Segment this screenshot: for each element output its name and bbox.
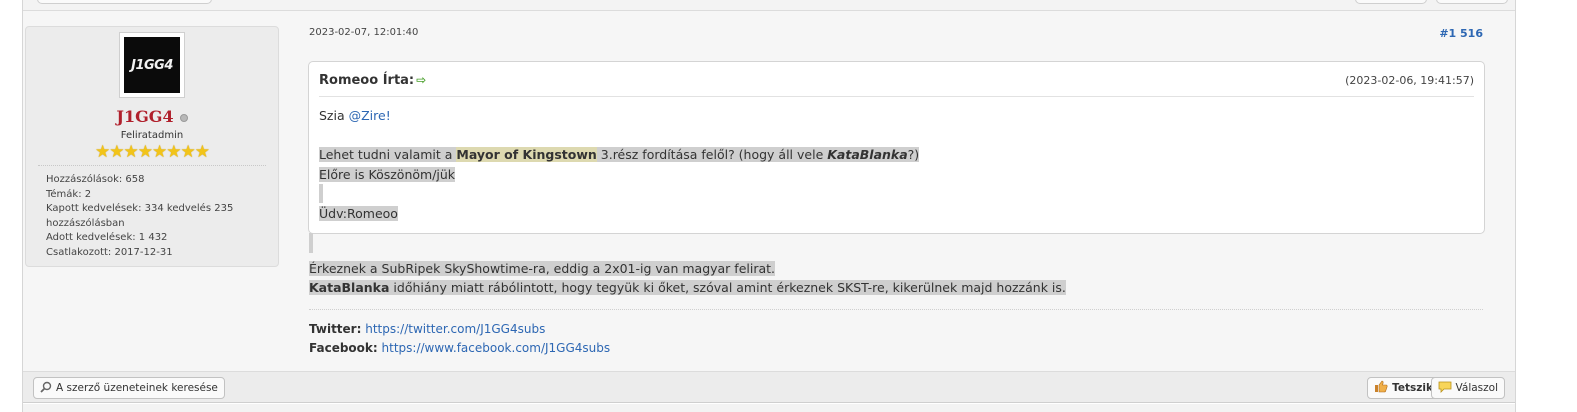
greeting-text: Szia (319, 108, 349, 123)
twitter-link[interactable]: https://twitter.com/J1GG4subs (365, 322, 545, 336)
goto-quote-arrow-icon[interactable]: ⇨ (416, 73, 426, 87)
like-label: Tetszik (1392, 382, 1433, 394)
selection-caret (309, 233, 313, 253)
quote-header: Romeoo Írta: ⇨ (2023-02-06, 19:41:57) (319, 62, 1474, 97)
username-link[interactable]: J1GG4 (116, 107, 173, 126)
user-stats: Hozzászólások: 658 Témák: 2 Kapott kedve… (46, 173, 256, 260)
offline-status-icon (179, 113, 188, 122)
search-author-label: A szerző üzeneteinek keresése (56, 382, 218, 394)
speech-bubble-icon (1438, 381, 1452, 396)
twitter-label: Twitter: (309, 322, 362, 336)
reply-label: Válaszol (1455, 382, 1498, 394)
message-line: Érkeznek a SubRipek SkyShowtime-ra, eddi… (309, 260, 776, 276)
user-rank-title: Feliratadmin (120, 130, 184, 141)
message-line: időhiány miatt rábólintott, hogy tegyük … (389, 280, 1066, 295)
profile-divider (38, 165, 266, 166)
user-profile-panel: J1GG4 J1GG4 Feliratadmin ★★★★★★★★ Hozzás… (25, 26, 279, 267)
post-date: 2023-02-07, 12:01:40 (309, 27, 419, 38)
previous-search-button[interactable] (37, 0, 212, 4)
quote-greeting: Szia @Zire! (319, 106, 919, 126)
avatar[interactable]: J1GG4 (119, 32, 185, 98)
quote-line: Üdv:Romeoo (319, 204, 919, 224)
previous-reply-button[interactable] (1436, 0, 1508, 4)
quote-date: (2023-02-06, 19:41:57) (1345, 74, 1474, 87)
reply-button[interactable]: Válaszol (1430, 377, 1505, 399)
stat-likes-given: Adott kedvelések: 1 432 (46, 232, 168, 243)
post-footer: A szerző üzeneteinek keresése Tetszik Vá… (23, 371, 1515, 403)
user-mention-link[interactable]: @Zire! (349, 108, 391, 123)
quote-signoff: Üdv:Romeoo (319, 205, 398, 221)
quote-author-label: Romeoo Írta: (319, 73, 415, 88)
stat-likes-received: Kapott kedvelések: 334 kedvelés 235 hozz… (46, 203, 234, 229)
thumbs-up-icon (1374, 380, 1388, 396)
previous-like-button[interactable] (1355, 0, 1427, 4)
quote-text: 3.rész fordítása felől? (hogy áll vele (596, 147, 828, 162)
message-bold-name: KataBlanka (309, 280, 390, 295)
facebook-label: Facebook: (309, 341, 378, 355)
quote-text: ?) (907, 147, 920, 162)
facebook-link[interactable]: https://www.facebook.com/J1GG4subs (382, 341, 611, 355)
rank-stars-icon: ★★★★★★★★ (95, 142, 210, 162)
quote-text: Lehet tudni valamit a (319, 147, 457, 162)
quote-line: Lehet tudni valamit a Mayor of Kingstown… (319, 145, 920, 165)
next-post-strip (23, 404, 1515, 412)
stat-posts: Hozzászólások: 658 (46, 174, 145, 185)
quote-bold-title: Mayor of Kingstown (456, 147, 597, 162)
post-frame: J1GG4 J1GG4 Feliratadmin ★★★★★★★★ Hozzás… (22, 0, 1516, 412)
quote-body: Szia @Zire! Lehet tudni valamit a Mayor … (319, 106, 920, 224)
search-author-posts-button[interactable]: A szerző üzeneteinek keresése (33, 377, 225, 399)
signature: Twitter: https://twitter.com/J1GG4subs F… (309, 320, 610, 358)
post-message: Érkeznek a SubRipek SkyShowtime-ra, eddi… (309, 233, 1066, 298)
stat-joined: Csatlakozott: 2017-12-31 (46, 246, 173, 258)
signature-divider (309, 309, 1483, 310)
quote-text: Előre is Köszönöm/jük (319, 166, 456, 182)
like-button[interactable]: Tetszik (1367, 377, 1440, 399)
avatar-image: J1GG4 (124, 37, 180, 93)
previous-post-footer (23, 0, 1515, 11)
magnifier-icon (40, 381, 52, 396)
quote-author: Romeoo Írta: ⇨ (319, 73, 426, 88)
quote-bold-name: KataBlanka (827, 147, 908, 162)
quote-block: Romeoo Írta: ⇨ (2023-02-06, 19:41:57) Szi… (308, 61, 1485, 234)
post: J1GG4 J1GG4 Feliratadmin ★★★★★★★★ Hozzás… (23, 11, 1515, 371)
username-row: J1GG4 (26, 107, 278, 126)
post-number-link[interactable]: #1 516 (1439, 27, 1483, 40)
quote-line: Előre is Köszönöm/jük (319, 165, 919, 185)
stat-threads: Témák: 2 (46, 188, 92, 200)
